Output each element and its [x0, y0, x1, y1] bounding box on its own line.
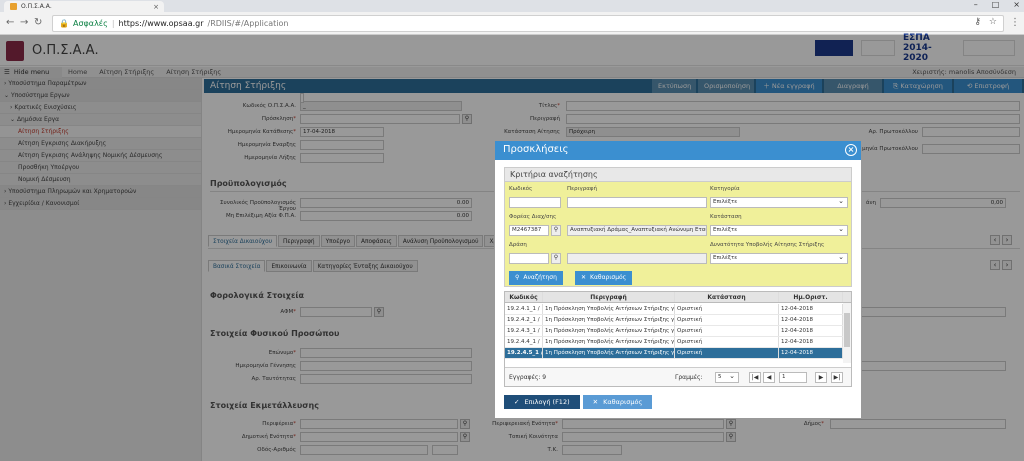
category-label: Κατηγορία [710, 186, 740, 192]
window-controls: – □ × [974, 0, 1020, 9]
code-input[interactable] [509, 197, 561, 208]
clear-selection-button[interactable]: ✕ Καθαρισμός [582, 395, 653, 409]
table-row[interactable]: 19.2.4.2_1 /1η Πρόσκληση Υποβολής Αιτήσε… [505, 315, 843, 326]
tab-title: Ο.Π.Σ.Α.Α. [21, 3, 52, 10]
url-field[interactable]: 🔒 Ασφαλές | https://www.opsaa.gr/RDIIS/#… [52, 15, 1004, 32]
body-label: Φορέας Διαχ/σης [509, 214, 557, 220]
omnibox-actions: ⚷ ☆ [974, 17, 997, 27]
body-search-icon[interactable]: ⚲ [551, 225, 561, 236]
last-page-icon[interactable]: ▶| [831, 372, 843, 383]
favicon-icon [10, 3, 17, 10]
grid-header: Κωδικός Περιγραφή Κατάσταση Ημ.Οριστ. [505, 292, 851, 303]
action-search-icon[interactable]: ⚲ [551, 253, 561, 264]
x-icon: ✕ [581, 274, 587, 281]
action-input[interactable] [509, 253, 549, 264]
table-row[interactable]: 19.2.4.3_1 /1η Πρόσκληση Υποβολής Αιτήσε… [505, 326, 843, 337]
col-code[interactable]: Κωδικός [505, 292, 543, 302]
address-bar: ← → ↻ 🔒 Ασφαλές | https://www.opsaa.gr/R… [0, 12, 1024, 35]
close-icon[interactable]: × [845, 144, 857, 156]
col-state[interactable]: Κατάσταση [675, 292, 779, 302]
prev-page-icon[interactable]: ◀ [763, 372, 775, 383]
col-desc[interactable]: Περιγραφή [543, 292, 675, 302]
table-row[interactable]: 19.2.4.1_1 /1η Πρόσκληση Υποβολής Αιτήσε… [505, 304, 843, 315]
body-name-field: Αναπτυξιακή Δράμας_Αναπτυξιακή Ανώνυμη Ε… [567, 225, 707, 236]
app-root: Ο.Π.Σ.Α.Α. × – □ × ← → ↻ 🔒 Ασφαλές | htt… [0, 0, 1024, 461]
desc-input[interactable] [567, 197, 707, 208]
browser-tabbar: Ο.Π.Σ.Α.Α. × – □ × [0, 0, 1024, 12]
key-icon[interactable]: ⚷ [974, 17, 981, 27]
minimize-icon[interactable]: – [974, 0, 978, 9]
grid-scrollbar[interactable] [843, 303, 851, 363]
lock-icon: 🔒 [59, 19, 69, 28]
url-path: /RDIIS/#/Application [207, 19, 289, 28]
url-separator: | [111, 19, 115, 28]
action-name-field [567, 253, 707, 264]
star-icon[interactable]: ☆ [989, 17, 997, 27]
window-close-icon[interactable]: × [1013, 0, 1020, 9]
state-select[interactable]: Επιλέξτε [710, 225, 848, 236]
url-host: https://www.opsaa.gr [118, 19, 204, 28]
criteria-title: Κριτήρια αναζήτησης [505, 168, 851, 182]
col-date[interactable]: Ημ.Οριστ. [779, 292, 843, 302]
dialog-title: Προσκλήσεις [503, 144, 569, 155]
rows-label: Γραμμές: [675, 374, 703, 381]
check-icon: ✓ [514, 398, 520, 406]
forward-icon[interactable]: → [20, 17, 28, 28]
x-icon: ✕ [592, 398, 599, 406]
tab-close-icon[interactable]: × [153, 3, 159, 11]
records-count: Εγγραφές: 9 [509, 374, 547, 381]
search-button[interactable]: ⚲ Αναζήτηση [509, 271, 563, 285]
browser-tab[interactable]: Ο.Π.Σ.Α.Α. × [4, 1, 164, 12]
first-page-icon[interactable]: |◀ [749, 372, 761, 383]
desc-label: Περιγραφή [567, 186, 597, 192]
invitations-dialog: Προσκλήσεις × Κριτήρια αναζήτησης Κωδικό… [494, 140, 862, 419]
state-label: Κατάσταση [710, 214, 742, 220]
back-icon[interactable]: ← [6, 17, 14, 28]
maximize-icon[interactable]: □ [992, 0, 1000, 9]
clear-button[interactable]: ✕ Καθαρισμός [575, 271, 633, 285]
avail-label: Δυνατότητα Υποβολής Αίτησης Στήριξης [710, 242, 825, 248]
body-code-input[interactable]: M2467387 [509, 225, 549, 236]
menu-icon[interactable]: ⋮ [1010, 17, 1020, 28]
search-icon: ⚲ [515, 274, 520, 281]
category-select[interactable]: Επιλέξτε [710, 197, 848, 208]
page-input[interactable]: 1 [779, 372, 807, 383]
rows-select[interactable]: 5 [715, 372, 739, 383]
grid-footer: Εγγραφές: 9 Γραμμές: 5 |◀ ◀ 1 ▶ ▶| [505, 367, 851, 386]
secure-label: Ασφαλές [72, 19, 108, 28]
scroll-thumb[interactable] [844, 313, 850, 347]
reload-icon[interactable]: ↻ [34, 17, 42, 28]
select-button[interactable]: ✓ Επιλογή (F12) [504, 395, 580, 409]
next-page-icon[interactable]: ▶ [815, 372, 827, 383]
table-row-selected[interactable]: 19.2.4.5_1 /1η Πρόσκληση Υποβολής Αιτήσε… [505, 348, 843, 359]
avail-select[interactable]: Επιλέξτε [710, 253, 848, 264]
search-criteria-panel: Κριτήρια αναζήτησης Κωδικός Περιγραφή Κα… [504, 167, 852, 287]
dialog-header: Προσκλήσεις × [495, 141, 861, 160]
results-grid: Κωδικός Περιγραφή Κατάσταση Ημ.Οριστ. 19… [504, 291, 852, 387]
code-label: Κωδικός [509, 186, 533, 192]
action-label: Δράση [509, 242, 527, 248]
dialog-footer: ✓ Επιλογή (F12) ✕ Καθαρισμός [504, 395, 653, 409]
table-row[interactable]: 19.2.4.4_1 /1η Πρόσκληση Υποβολής Αιτήσε… [505, 337, 843, 348]
